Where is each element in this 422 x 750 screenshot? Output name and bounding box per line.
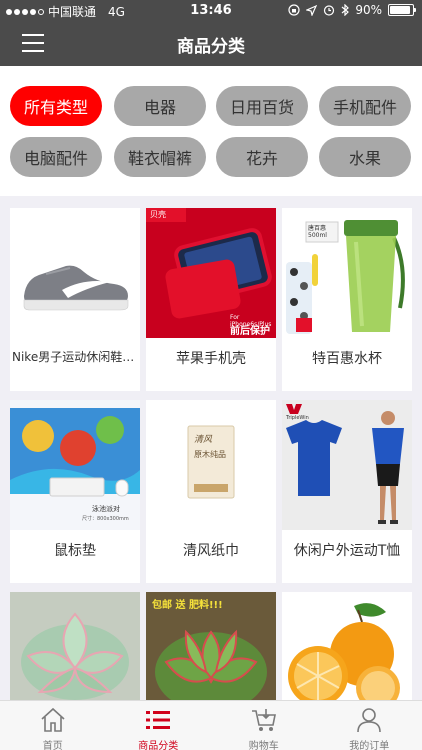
cart-icon bbox=[251, 709, 276, 731]
product-name: 苹果手机壳 bbox=[176, 351, 246, 367]
user-icon bbox=[357, 708, 382, 733]
product-card[interactable]: Nike男子运动休闲鞋8... bbox=[10, 208, 140, 391]
category-chip-appliances[interactable]: 电器 bbox=[114, 86, 206, 126]
product-name: 清风纸巾 bbox=[183, 543, 239, 559]
page-title: 商品分类 bbox=[177, 37, 245, 57]
mouse-pad-title: 泳池派对 bbox=[92, 505, 120, 513]
product-card[interactable]: 泳池派对 尺寸：800x300mm 鼠标垫 bbox=[10, 400, 140, 583]
tab-label: 购物车 bbox=[248, 741, 279, 750]
product-card[interactable]: 唐百惠 500ml 特百惠水杯 bbox=[282, 208, 412, 391]
product-image-phone-case: 贝壳 For iPhone6s/Plus 前后保护 bbox=[146, 208, 276, 338]
tab-bar: 首页 商品分类 购物车 我的订单 bbox=[0, 700, 422, 750]
product-name: 休闲户外运动T恤 bbox=[293, 543, 401, 559]
category-filter: 所有类型 电器 日用百货 手机配件 电脑配件 鞋衣帽裤 花卉 水果 bbox=[0, 66, 422, 196]
category-chip-pc-acc[interactable]: 电脑配件 bbox=[10, 137, 102, 177]
tab-home[interactable]: 首页 bbox=[0, 701, 106, 750]
product-image-tshirt: TripleWin bbox=[282, 400, 412, 530]
location-icon bbox=[306, 4, 318, 16]
product-name: 特百惠水杯 bbox=[312, 351, 382, 367]
product-card[interactable] bbox=[10, 592, 140, 700]
product-name: 鼠标垫 bbox=[54, 543, 96, 559]
tshirt-brand: TripleWin bbox=[286, 415, 309, 421]
product-card[interactable]: 清风 原木纯品 清风纸巾 bbox=[146, 400, 276, 583]
alarm-icon bbox=[324, 5, 335, 16]
bluetooth-icon bbox=[341, 4, 350, 16]
phone-case-tag: 前后保护 bbox=[230, 326, 270, 337]
product-image-sneaker bbox=[10, 208, 140, 338]
category-chip-daily[interactable]: 日用百货 bbox=[216, 86, 308, 126]
phone-case-brand: 贝壳 bbox=[150, 210, 166, 219]
category-chip-fruit[interactable]: 水果 bbox=[319, 137, 411, 177]
top-bar: 中国联通 4G 13:46 90% 商品分类 bbox=[0, 0, 422, 66]
product-card[interactable]: 贝壳 For iPhone6s/Plus 前后保护 苹果手机壳 bbox=[146, 208, 276, 391]
product-image-orange bbox=[282, 592, 412, 700]
battery-icon bbox=[388, 4, 416, 16]
tissue-brand: 清风 bbox=[194, 435, 213, 445]
tab-label: 我的订单 bbox=[349, 741, 390, 750]
tab-orders[interactable]: 我的订单 bbox=[317, 701, 422, 750]
product-image-succulent-pot: 包邮 送 肥料!!! bbox=[146, 592, 276, 700]
tab-label: 商品分类 bbox=[138, 741, 179, 750]
category-chip-all[interactable]: 所有类型 bbox=[10, 86, 102, 126]
nav-header: 商品分类 bbox=[0, 22, 422, 66]
tab-label: 首页 bbox=[42, 741, 63, 750]
bottle-volume: 500ml bbox=[308, 232, 327, 239]
product-grid: Nike男子运动休闲鞋8... 贝壳 For iPhone6s/Plus 前后保… bbox=[0, 204, 422, 700]
tissue-label: 原木纯品 bbox=[194, 450, 226, 459]
category-chip-phone-acc[interactable]: 手机配件 bbox=[319, 86, 411, 126]
product-image-tissue: 清风 原木纯品 bbox=[146, 400, 276, 530]
tab-categories[interactable]: 商品分类 bbox=[106, 701, 212, 750]
product-image-water-bottle: 唐百惠 500ml bbox=[282, 208, 412, 338]
product-image-mouse-pad: 泳池派对 尺寸：800x300mm bbox=[10, 400, 140, 530]
category-chip-apparel[interactable]: 鞋衣帽裤 bbox=[114, 137, 206, 177]
product-card[interactable]: 包邮 送 肥料!!! bbox=[146, 592, 276, 700]
product-card[interactable]: TripleWin 休闲户外运动T恤 bbox=[282, 400, 412, 583]
battery-fill bbox=[390, 6, 410, 14]
product-image-succulent bbox=[10, 592, 140, 700]
home-icon bbox=[41, 707, 65, 732]
battery-percent: 90% bbox=[355, 3, 382, 17]
category-chip-flowers[interactable]: 花卉 bbox=[216, 137, 308, 177]
product-card[interactable] bbox=[282, 592, 412, 700]
product-name: Nike男子运动休闲鞋8... bbox=[12, 350, 140, 364]
succulent-banner: 包邮 送 肥料!!! bbox=[152, 600, 223, 611]
bottle-brand: 唐百惠 bbox=[308, 225, 327, 232]
tab-cart[interactable]: 购物车 bbox=[211, 701, 317, 750]
list-icon bbox=[146, 711, 171, 729]
status-bar: 中国联通 4G 13:46 90% bbox=[0, 0, 422, 22]
mouse-pad-size: 尺寸：800x300mm bbox=[82, 516, 129, 522]
orientation-lock-icon bbox=[288, 4, 300, 16]
